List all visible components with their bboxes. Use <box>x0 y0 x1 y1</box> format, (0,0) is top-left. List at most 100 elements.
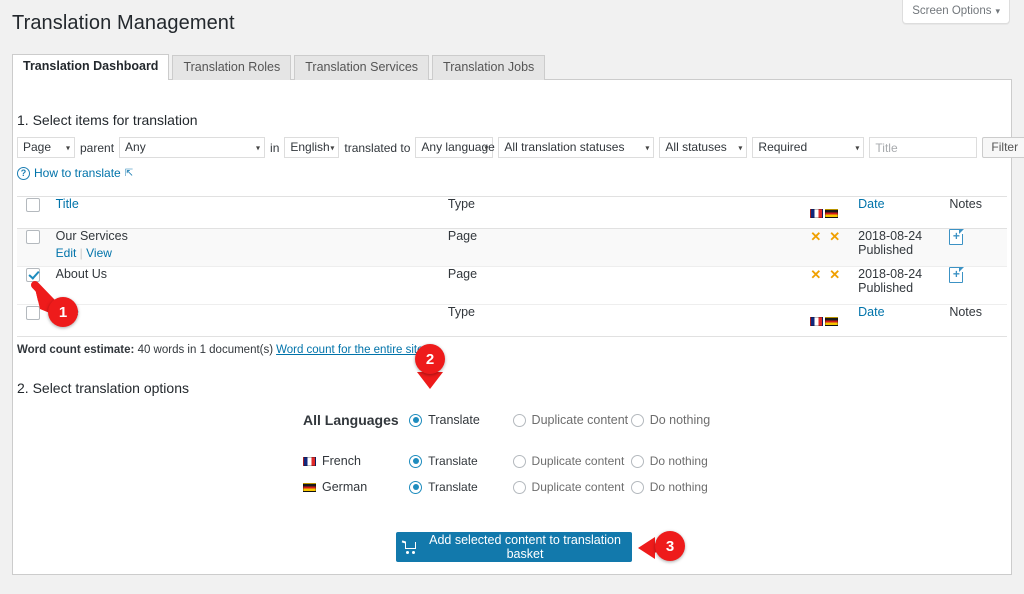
radio-do-nothing-all[interactable] <box>630 413 644 427</box>
tab-translation-dashboard[interactable]: Translation Dashboard <box>12 54 170 80</box>
target-language-select[interactable]: Any language <box>415 137 495 158</box>
option-translate-all[interactable]: Translate <box>409 413 512 427</box>
row-date-cell: 2018-08-24 Published <box>858 267 949 305</box>
row-translation-status-cell: ✕ ✕ <box>810 229 858 267</box>
required-select[interactable]: Required <box>752 137 865 158</box>
flag-french-icon <box>810 209 824 219</box>
word-count-estimate: Word count estimate: 40 words in 1 docum… <box>17 344 424 356</box>
translation-missing-french-icon[interactable]: ✕ <box>810 229 821 244</box>
radio-translate-german[interactable] <box>409 480 423 494</box>
option-translate-french[interactable]: Translate <box>409 454 512 468</box>
option-row-label: All Languages <box>303 412 409 428</box>
word-count-value: 40 words in 1 document(s) <box>137 344 274 356</box>
row-checkbox-cell[interactable] <box>17 229 56 267</box>
row-checkbox[interactable] <box>26 230 40 244</box>
add-to-translation-basket-button[interactable]: Add selected content to translation bask… <box>396 532 632 562</box>
option-row-label: French <box>303 454 409 468</box>
translated-to-label: translated to <box>344 140 411 155</box>
translation-status-select[interactable]: All translation statuses <box>498 137 655 158</box>
radio-translate-all[interactable] <box>409 413 423 427</box>
option-do-nothing-german[interactable]: Do nothing <box>630 480 723 494</box>
callout-badge-3: 3 <box>655 531 685 561</box>
row-edit-link[interactable]: Edit <box>56 246 77 260</box>
option-do-nothing-french[interactable]: Do nothing <box>630 454 723 468</box>
flag-french-icon <box>303 456 316 466</box>
section-heading-select-items: 1. Select items for translation <box>17 112 198 128</box>
column-footer-title[interactable]: Title <box>56 305 448 337</box>
translation-missing-german-icon[interactable]: ✕ <box>829 267 840 282</box>
add-note-icon[interactable] <box>949 228 964 245</box>
translation-dashboard-panel: 1. Select items for translation Page par… <box>12 80 1024 575</box>
option-label: Do nothing <box>649 454 708 468</box>
post-type-select[interactable]: Page <box>17 137 75 158</box>
translation-status-value: All translation statuses <box>504 140 625 154</box>
tab-bar: Translation Dashboard Translation Roles … <box>12 54 1012 80</box>
radio-duplicate-all[interactable] <box>512 413 526 427</box>
select-all-checkbox[interactable] <box>26 198 40 212</box>
translation-missing-german-icon[interactable]: ✕ <box>829 229 840 244</box>
french-label: French <box>322 454 361 468</box>
option-duplicate-german[interactable]: Duplicate content <box>512 480 631 494</box>
tab-translation-jobs[interactable]: Translation Jobs <box>432 55 546 80</box>
filter-button[interactable]: Filter <box>982 137 1024 158</box>
option-do-nothing-all[interactable]: Do nothing <box>630 413 723 427</box>
translation-missing-french-icon[interactable]: ✕ <box>810 267 821 282</box>
translation-options-grid: All Languages Translate Duplicate conten… <box>303 407 723 500</box>
flag-german-icon <box>825 209 839 219</box>
row-view-link[interactable]: View <box>86 246 112 260</box>
row-date: 2018-08-24 <box>858 229 923 243</box>
column-header-title[interactable]: Title <box>56 197 448 229</box>
option-row-german: German Translate Duplicate content Do no… <box>303 474 723 500</box>
radio-do-nothing-german[interactable] <box>630 480 644 494</box>
column-footer-date[interactable]: Date <box>858 305 949 337</box>
radio-translate-french[interactable] <box>409 454 423 468</box>
column-header-date[interactable]: Date <box>858 197 949 229</box>
option-row-label: German <box>303 480 409 494</box>
row-type: Page <box>447 267 478 281</box>
source-language-value: English <box>290 140 330 154</box>
how-to-translate-link[interactable]: ? How to translate ⇱ <box>17 166 133 180</box>
radio-duplicate-german[interactable] <box>512 480 526 494</box>
title-search-input[interactable] <box>869 137 978 158</box>
column-footer-languages <box>810 305 858 337</box>
tab-label: Translation Jobs <box>443 60 535 74</box>
status-select[interactable]: All statuses <box>659 137 748 158</box>
select-all-checkbox-header[interactable] <box>17 197 56 229</box>
column-header-type: Type <box>447 197 475 211</box>
translation-items-table: Title Type Date Notes Our Services Edit <box>17 196 1007 337</box>
parent-value: Any <box>125 140 146 154</box>
row-notes-cell[interactable] <box>949 266 1007 305</box>
row-type: Page <box>447 229 478 243</box>
help-circle-icon: ? <box>17 166 30 180</box>
german-label: German <box>322 480 368 494</box>
word-count-label: Word count estimate: <box>17 344 135 356</box>
page-title: Translation Management <box>12 12 235 34</box>
parent-select[interactable]: Any <box>119 137 266 158</box>
in-label: in <box>270 140 280 155</box>
flag-french-icon <box>810 317 824 327</box>
option-label: Duplicate content <box>531 413 629 427</box>
radio-duplicate-french[interactable] <box>512 454 526 468</box>
shopping-cart-icon <box>401 539 416 554</box>
parent-label: parent <box>80 140 115 155</box>
flag-german-icon <box>825 317 839 327</box>
radio-do-nothing-french[interactable] <box>630 454 644 468</box>
tab-translation-roles[interactable]: Translation Roles <box>172 55 292 80</box>
column-header-languages <box>810 197 858 229</box>
option-translate-german[interactable]: Translate <box>409 480 512 494</box>
option-duplicate-all[interactable]: Duplicate content <box>512 413 631 427</box>
word-count-site-link[interactable]: Word count for the entire site <box>276 344 423 356</box>
screen-options-button[interactable]: Screen Options ▾ <box>902 0 1010 24</box>
source-language-select[interactable]: English <box>284 137 340 158</box>
row-date: 2018-08-24 <box>858 267 923 281</box>
option-duplicate-french[interactable]: Duplicate content <box>512 454 631 468</box>
row-checkbox[interactable] <box>26 268 40 282</box>
how-to-translate-label: How to translate <box>34 166 121 180</box>
option-label: Translate <box>428 480 478 494</box>
row-date-cell: 2018-08-24 Published <box>858 229 949 267</box>
add-note-icon[interactable] <box>949 266 964 283</box>
tab-label: Translation Roles <box>183 60 281 74</box>
row-notes-cell[interactable] <box>949 228 1007 267</box>
flag-german-icon <box>303 482 316 492</box>
tab-translation-services[interactable]: Translation Services <box>294 55 430 80</box>
